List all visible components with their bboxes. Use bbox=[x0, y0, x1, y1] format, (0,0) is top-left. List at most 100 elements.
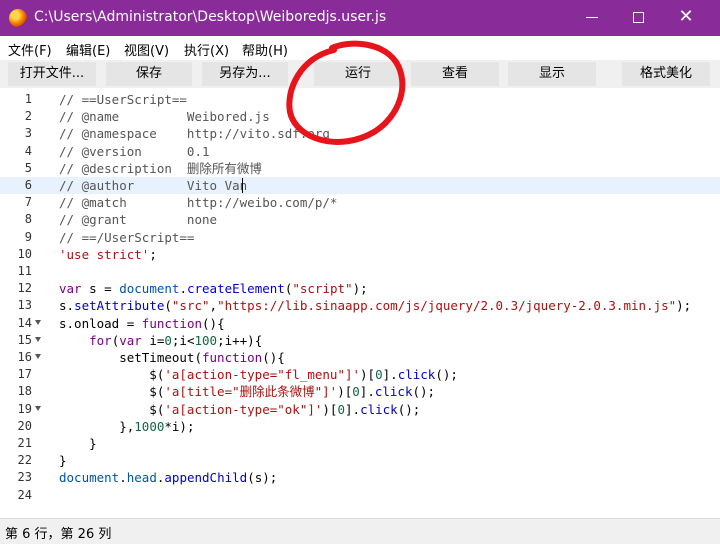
fold-arrow-icon[interactable] bbox=[35, 354, 41, 359]
code-text: // ==/UserScript== bbox=[59, 229, 195, 245]
line-number: 18 bbox=[17, 384, 32, 399]
line-number: 6 bbox=[24, 178, 32, 192]
code-line[interactable]: 14 s.onload = function(){ bbox=[0, 315, 720, 332]
code-text: s.setAttribute("src","https://lib.sinaap… bbox=[59, 298, 692, 314]
code-line[interactable]: 4 // @version 0.1 bbox=[0, 143, 720, 160]
line-number: 11 bbox=[17, 264, 32, 278]
line-number: 4 bbox=[24, 143, 32, 158]
line-number: 12 bbox=[17, 281, 32, 296]
line-number: 5 bbox=[24, 160, 32, 175]
line-number: 21 bbox=[17, 436, 32, 450]
text-caret bbox=[242, 178, 243, 193]
code-line[interactable]: 6 // @author Vito Van bbox=[0, 177, 720, 194]
code-text: 'use strict'; bbox=[59, 246, 157, 262]
close-icon: ✕ bbox=[678, 6, 694, 27]
code-text: // @description 删除所有微博 bbox=[59, 160, 262, 176]
code-text: // @name Weibored.js bbox=[59, 109, 270, 125]
open-file-button[interactable]: 打开文件... bbox=[8, 62, 96, 86]
status-bar: 第 6 行，第 26 列 bbox=[0, 518, 720, 544]
menu-view[interactable]: 视图(V) bbox=[124, 40, 169, 59]
code-line[interactable]: 10 'use strict'; bbox=[0, 246, 720, 263]
code-line[interactable]: 16 setTimeout(function(){ bbox=[0, 349, 720, 366]
title-bar[interactable]: C:\Users\Administrator\Desktop\Weiboredj… bbox=[0, 0, 720, 36]
view-button[interactable]: 查看 bbox=[411, 62, 499, 86]
code-text: $('a[action-type="fl_menu"]')[0].click()… bbox=[59, 367, 458, 383]
menu-edit[interactable]: 编辑(E) bbox=[66, 40, 110, 59]
line-number: 8 bbox=[24, 212, 32, 227]
code-line[interactable]: 12 var s = document.createElement("script… bbox=[0, 280, 720, 297]
cursor-position: 第 6 行，第 26 列 bbox=[5, 527, 112, 542]
code-text: // @version 0.1 bbox=[59, 143, 210, 159]
code-text: $('a[title="删除此条微博"]')[0].click(); bbox=[59, 384, 436, 400]
menu-bar: 文件(F) 编辑(E) 视图(V) 执行(X) 帮助(H) bbox=[0, 36, 720, 60]
code-text: s.onload = function(){ bbox=[59, 315, 225, 331]
firefox-icon bbox=[9, 9, 27, 27]
toolbar: 打开文件... 保存 另存为... 运行 查看 显示 格式美化 bbox=[0, 60, 720, 88]
code-text: } bbox=[59, 436, 97, 451]
code-editor[interactable]: 1// ==UserScript== 2// @name Weibored.js 3… bbox=[0, 88, 720, 514]
menu-run[interactable]: 执行(X) bbox=[184, 40, 229, 59]
fold-arrow-icon[interactable] bbox=[35, 319, 41, 325]
line-number: 16 bbox=[17, 350, 32, 364]
code-text: // @author Vito Van bbox=[59, 178, 248, 193]
code-text: // @match http://weibo.com/p/* bbox=[59, 195, 338, 211]
line-number: 17 bbox=[17, 367, 32, 382]
code-text: // @grant none bbox=[59, 212, 218, 228]
code-line[interactable]: 13 s.setAttribute("src","https://lib.sina… bbox=[0, 297, 720, 314]
minimize-icon bbox=[586, 17, 598, 18]
code-line[interactable]: 9 // ==/UserScript== bbox=[0, 229, 720, 246]
code-line[interactable]: 5 // @description 删除所有微博 bbox=[0, 160, 720, 177]
code-line[interactable]: 8 // @grant none bbox=[0, 211, 720, 228]
run-button[interactable]: 运行 bbox=[314, 62, 402, 86]
code-line[interactable]: 2 // @name Weibored.js bbox=[0, 108, 720, 125]
code-line[interactable]: 22} bbox=[0, 452, 720, 469]
maximize-icon bbox=[632, 12, 644, 23]
code-text: // ==UserScript== bbox=[59, 92, 187, 107]
line-number: 9 bbox=[24, 229, 32, 244]
line-number: 10 bbox=[17, 246, 32, 261]
maximize-button[interactable] bbox=[614, 0, 662, 36]
save-as-button[interactable]: 另存为... bbox=[202, 62, 288, 86]
code-line[interactable]: 23 document.head.appendChild(s); bbox=[0, 469, 720, 486]
save-button[interactable]: 保存 bbox=[106, 62, 192, 86]
code-line[interactable]: 11 bbox=[0, 263, 720, 280]
menu-file[interactable]: 文件(F) bbox=[8, 40, 52, 59]
code-text: setTimeout(function(){ bbox=[59, 350, 285, 365]
format-button[interactable]: 格式美化 bbox=[622, 62, 710, 86]
fold-arrow-icon[interactable] bbox=[35, 405, 41, 411]
line-number: 22 bbox=[17, 453, 32, 468]
code-text: for(var i=0;i<100;i++){ bbox=[89, 332, 263, 348]
fold-arrow-icon[interactable] bbox=[35, 336, 41, 342]
code-line[interactable]: 21 } bbox=[0, 435, 720, 452]
line-number: 20 bbox=[17, 418, 32, 433]
line-number: 1 bbox=[24, 92, 32, 106]
minimize-button[interactable] bbox=[568, 0, 616, 36]
close-button[interactable]: ✕ bbox=[662, 0, 710, 36]
code-text: // @namespace http://vito.sdf.org bbox=[59, 126, 330, 142]
code-line[interactable]: 17 $('a[action-type="fl_menu"]')[0].clic… bbox=[0, 366, 720, 383]
line-number: 19 bbox=[17, 401, 32, 416]
line-number: 15 bbox=[17, 332, 32, 347]
line-number: 14 bbox=[17, 315, 32, 330]
code-line[interactable]: 19 $('a[action-type="ok"]')[0].click(); bbox=[0, 401, 720, 418]
code-line[interactable]: 3 // @namespace http://vito.sdf.org bbox=[0, 125, 720, 142]
code-text: document.head.appendChild(s); bbox=[59, 470, 278, 486]
line-number: 2 bbox=[24, 109, 32, 124]
line-number: 24 bbox=[17, 487, 32, 502]
code-text: },1000*i); bbox=[59, 418, 195, 434]
code-line[interactable]: 15 for(var i=0;i<100;i++){ bbox=[0, 332, 720, 349]
line-number: 23 bbox=[17, 470, 32, 485]
code-text: var s = document.createElement("script")… bbox=[59, 281, 368, 297]
line-number: 3 bbox=[24, 126, 32, 141]
show-button[interactable]: 显示 bbox=[508, 62, 596, 86]
line-number: 7 bbox=[24, 195, 32, 210]
code-line[interactable]: 18 $('a[title="删除此条微博"]')[0].click(); bbox=[0, 383, 720, 400]
menu-help[interactable]: 帮助(H) bbox=[242, 40, 288, 59]
code-line[interactable]: 20 },1000*i); bbox=[0, 418, 720, 435]
code-line[interactable]: 1 // ==UserScript== bbox=[0, 91, 720, 108]
code-text: } bbox=[59, 453, 67, 469]
code-line[interactable]: 24 bbox=[0, 487, 720, 504]
line-number: 13 bbox=[17, 298, 32, 313]
code-line[interactable]: 7 // @match http://weibo.com/p/* bbox=[0, 194, 720, 211]
code-text: $('a[action-type="ok"]')[0].click(); bbox=[59, 401, 421, 417]
